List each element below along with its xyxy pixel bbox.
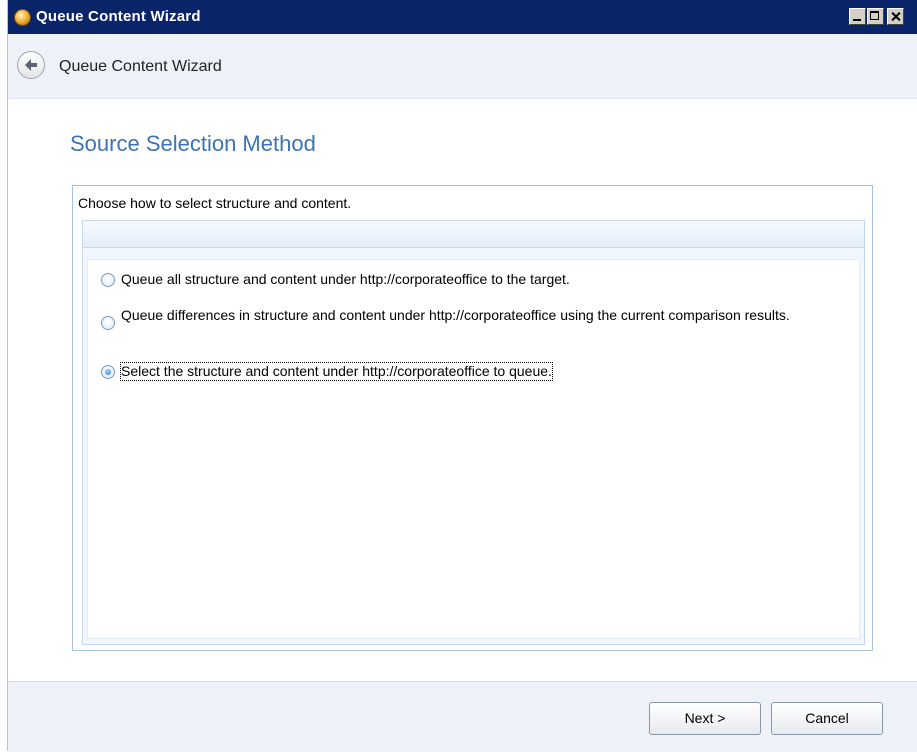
minimize-button[interactable] — [849, 8, 866, 25]
maximize-button[interactable] — [867, 8, 884, 25]
radio-select-structure[interactable] — [101, 365, 115, 379]
close-button[interactable] — [887, 8, 904, 25]
wizard-window: Queue Content Wizard Queue Content Wizar… — [7, 0, 917, 752]
wizard-footer: Next > Cancel — [8, 681, 917, 752]
back-button[interactable] — [17, 51, 45, 79]
options-area: Queue all structure and content under ht… — [87, 259, 860, 639]
options-group-header — [83, 221, 864, 248]
window-title: Queue Content Wizard — [36, 8, 201, 25]
selection-panel: Choose how to select structure and conte… — [72, 185, 873, 651]
option-label[interactable]: Queue differences in structure and conte… — [121, 307, 801, 324]
option-label[interactable]: Select the structure and content under h… — [120, 362, 553, 381]
radio-queue-differences[interactable] — [101, 316, 115, 330]
radio-queue-all[interactable] — [101, 273, 115, 287]
cancel-button[interactable]: Cancel — [771, 702, 883, 735]
next-button[interactable]: Next > — [649, 702, 761, 735]
page-title: Source Selection Method — [70, 131, 316, 156]
title-bar[interactable]: Queue Content Wizard — [8, 0, 917, 34]
back-arrow-icon — [25, 59, 37, 71]
options-group: Queue all structure and content under ht… — [82, 220, 865, 645]
option-label[interactable]: Queue all structure and content under ht… — [121, 271, 570, 288]
app-icon — [14, 9, 31, 26]
prompt-text: Choose how to select structure and conte… — [78, 195, 352, 211]
header-title: Queue Content Wizard — [59, 58, 222, 75]
wizard-header: Queue Content Wizard — [8, 34, 917, 99]
